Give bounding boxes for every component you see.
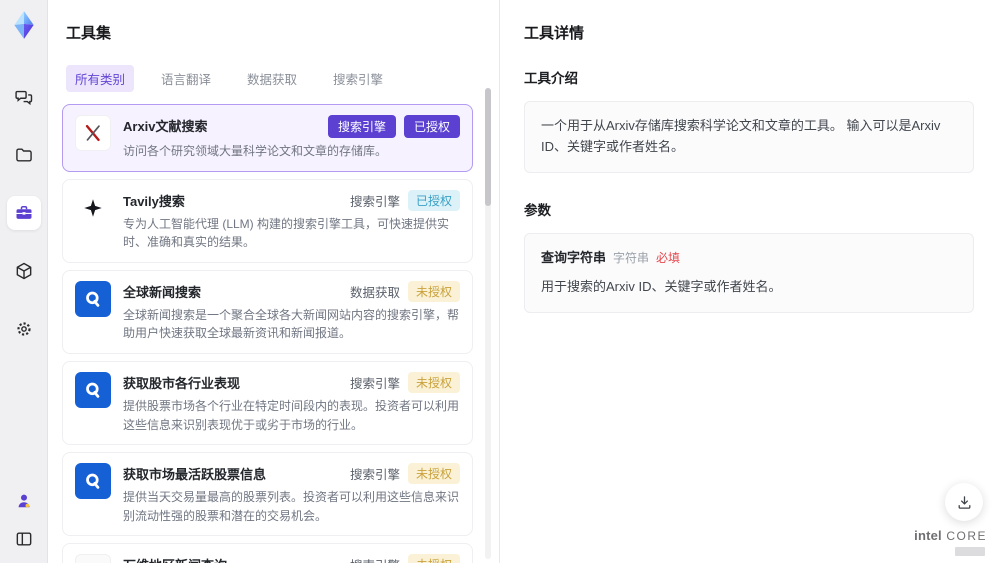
tab-2[interactable]: 数据获取	[238, 65, 306, 92]
sidebar-nav	[6, 80, 41, 346]
chat-icon[interactable]	[7, 80, 41, 114]
tool-category-badge: 搜索引擎	[350, 555, 400, 563]
tool-intro-text: 一个用于从Arxiv存储库搜索科学论文和文章的工具。 输入可以是Arxiv ID…	[524, 101, 974, 173]
sidebar	[0, 0, 48, 563]
tool-card[interactable]: 全球新闻搜索 数据获取 未授权 全球新闻搜索是一个聚合全球各大新闻网站内容的搜索…	[62, 269, 473, 354]
scrollbar[interactable]	[485, 88, 491, 559]
tool-category-badge: 数据获取	[349, 285, 400, 300]
tool-list: Arxiv文献搜索 搜索引擎 已授权 访问各个研究领域大量科学论文和文章的存储库…	[62, 104, 499, 563]
tool-description: 全球新闻搜索是一个聚合全球各大新闻网站内容的搜索引擎，帮助用户快速获取全球最新资…	[123, 307, 460, 341]
tab-0[interactable]: 所有类别	[66, 65, 135, 92]
param-required-badge: 必填	[656, 250, 681, 265]
tavily-icon	[75, 189, 111, 226]
tool-name: Arxiv文献搜索	[123, 119, 208, 134]
download-button[interactable]	[945, 483, 983, 521]
tool-auth-badge: 未授权	[407, 554, 460, 563]
param-type: 字符串	[613, 250, 650, 265]
tool-category-badge: 搜索引擎	[327, 115, 396, 138]
panel-toggle-icon[interactable]	[12, 527, 36, 551]
tool-name: 获取股市各行业表现	[123, 375, 241, 391]
tool-description: 提供股票市场各个行业在特定时间段内的表现。投资者可以利用这些信息来识别表现优于或…	[123, 398, 460, 432]
scrollbar-thumb[interactable]	[485, 88, 491, 206]
tab-3[interactable]: 搜索引擎	[324, 65, 392, 92]
sidebar-bottom	[12, 489, 36, 551]
param-name: 查询字符串	[541, 249, 607, 265]
tool-description: 提供当天交易量最高的股票列表。投资者可以利用这些信息来识别流动性强的股票和潜在的…	[123, 490, 460, 523]
tool-description: 访问各个研究领域大量科学论文和文章的存储库。	[123, 144, 388, 158]
tool-auth-badge: 未授权	[407, 371, 460, 393]
intel-series-text: core	[946, 529, 987, 543]
tool-category-badge: 搜索引擎	[349, 194, 400, 209]
settings-icon[interactable]	[7, 312, 41, 346]
page-title: 工具集	[66, 25, 112, 42]
tool-name: Tavily搜索	[123, 193, 185, 209]
tool-category-badge: 搜索引擎	[349, 468, 400, 483]
toolbox-icon[interactable]	[6, 196, 41, 230]
tool-auth-badge: 已授权	[403, 115, 460, 138]
qnews-icon	[75, 463, 111, 500]
tab-1[interactable]: 语言翻译	[152, 65, 220, 92]
tool-auth-badge: 未授权	[407, 280, 460, 302]
tool-detail-panel: 工具详情 工具介绍 一个用于从Arxiv存储库搜索科学论文和文章的工具。 输入可…	[500, 0, 1000, 563]
tool-auth-badge: 未授权	[407, 463, 460, 485]
intel-brand-text: intel	[914, 528, 942, 543]
category-tabs: 所有类别 语言翻译 数据获取 搜索引擎	[66, 65, 499, 92]
arxiv-icon	[75, 115, 111, 151]
download-icon	[958, 495, 970, 509]
tool-name: 获取市场最活跃股票信息	[123, 467, 267, 483]
param-head: 查询字符串 字符串 必填	[541, 248, 957, 269]
tool-card[interactable]: 万维地区新闻查询 搜索引擎 未授权 查询具体行政区划内的新闻，快速了解各地新闻动…	[62, 543, 473, 563]
qnews-icon	[75, 371, 111, 408]
tool-card[interactable]: 获取股市各行业表现 搜索引擎 未授权 提供股票市场各个行业在特定时间段内的表现。…	[62, 360, 473, 446]
cube-icon[interactable]	[7, 254, 41, 288]
avatar[interactable]	[12, 489, 36, 513]
params-section-title: 参数	[524, 202, 551, 218]
param-description: 用于搜索的Arxiv ID、关键字或作者姓名。	[541, 279, 782, 295]
tool-name: 万维地区新闻查询	[123, 554, 227, 563]
folder-icon[interactable]	[7, 138, 41, 172]
intro-section-title: 工具介绍	[524, 71, 578, 86]
tool-card[interactable]: 获取市场最活跃股票信息 搜索引擎 未授权 提供当天交易量最高的股票列表。投资者可…	[62, 452, 473, 537]
tool-name: 全球新闻搜索	[123, 284, 202, 300]
tool-description: 专为人工智能代理 (LLM) 构建的搜索引擎工具，可快速提供实时、准确和真实的结…	[123, 216, 450, 250]
intel-sub-badge	[955, 547, 985, 556]
detail-title: 工具详情	[524, 25, 585, 42]
intel-core-logo: intel core	[914, 528, 987, 556]
tool-auth-badge: 已授权	[407, 189, 460, 211]
param-item: 查询字符串 字符串 必填 用于搜索的Arxiv ID、关键字或作者姓名。	[524, 232, 974, 314]
app-window: 工具集 所有类别 语言翻译 数据获取 搜索引擎 Arxiv文献搜索 搜索引擎 已授权 …	[0, 0, 1000, 563]
tool-card[interactable]: Tavily搜索 搜索引擎 已授权 专为人工智能代理 (LLM) 构建的搜索引擎…	[62, 178, 473, 263]
app-logo	[9, 10, 39, 40]
tool-list-panel: 工具集 所有类别 语言翻译 数据获取 搜索引擎 Arxiv文献搜索 搜索引擎 已授权 …	[48, 0, 500, 563]
building-icon	[75, 554, 111, 563]
tool-category-badge: 搜索引擎	[349, 376, 400, 391]
qnews-icon	[75, 280, 111, 317]
tool-card[interactable]: Arxiv文献搜索 搜索引擎 已授权 访问各个研究领域大量科学论文和文章的存储库…	[62, 104, 473, 172]
